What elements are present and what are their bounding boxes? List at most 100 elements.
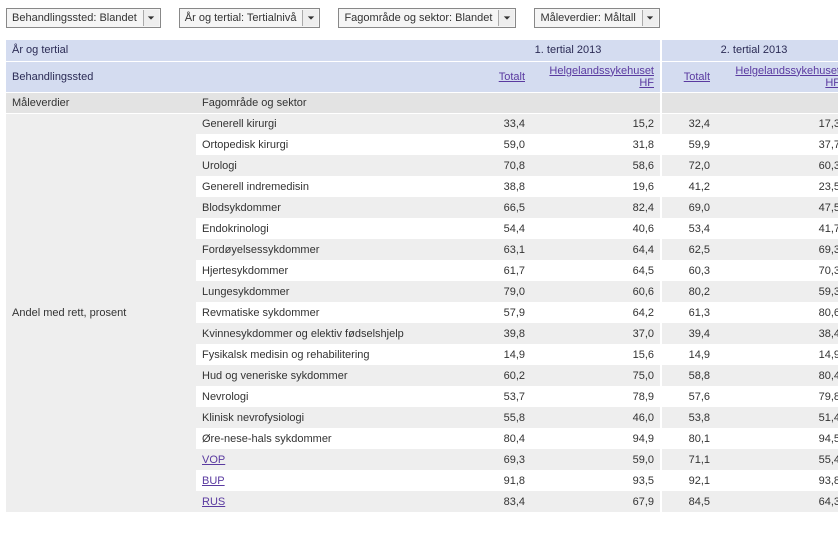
cell-value: 15,6 [531, 344, 661, 365]
row-label[interactable]: VOP [196, 449, 476, 470]
cell-value: 64,2 [531, 302, 661, 323]
cell-value: 93,8 [716, 470, 838, 491]
cell-value: 93,5 [531, 470, 661, 491]
header-period1: 1. tertial 2013 [476, 40, 661, 61]
cell-value: 47,5 [716, 197, 838, 218]
cell-value: 14,9 [476, 344, 531, 365]
cell-value: 51,4 [716, 407, 838, 428]
row-label: Nevrologi [196, 386, 476, 407]
cell-value: 61,3 [661, 302, 716, 323]
cell-value: 17,3 [716, 113, 838, 134]
cell-value: 58,6 [531, 155, 661, 176]
cell-value: 19,6 [531, 176, 661, 197]
row-label: Hud og veneriske sykdommer [196, 365, 476, 386]
cell-value: 57,9 [476, 302, 531, 323]
row-label: Generell indremedisin [196, 176, 476, 197]
header-behandlingssted: Behandlingssted [6, 61, 476, 92]
chevron-down-icon [302, 10, 318, 26]
cell-value: 71,1 [661, 449, 716, 470]
cell-value: 80,4 [476, 428, 531, 449]
row-label: Fysikalsk medisin og rehabilitering [196, 344, 476, 365]
row-label: Blodsykdommer [196, 197, 476, 218]
row-label[interactable]: BUP [196, 470, 476, 491]
cell-value: 69,3 [476, 449, 531, 470]
cell-value: 83,4 [476, 491, 531, 512]
cell-value: 59,9 [661, 134, 716, 155]
cell-value: 39,8 [476, 323, 531, 344]
cell-value: 91,8 [476, 470, 531, 491]
cell-value: 53,7 [476, 386, 531, 407]
cell-value: 64,5 [531, 260, 661, 281]
cell-value: 80,6 [716, 302, 838, 323]
row-label: Ortopedisk kirurgi [196, 134, 476, 155]
cell-value: 59,0 [531, 449, 661, 470]
cell-value: 60,3 [716, 155, 838, 176]
cell-value: 37,7 [716, 134, 838, 155]
cell-value: 14,9 [716, 344, 838, 365]
row-label: Fordøyelsessykdommer [196, 239, 476, 260]
cell-value: 79,8 [716, 386, 838, 407]
cell-value: 72,0 [661, 155, 716, 176]
measure-label: Andel med rett, prosent [6, 113, 196, 512]
header-fagomrade: Fagområde og sektor [196, 92, 476, 113]
cell-value: 14,9 [661, 344, 716, 365]
filter-behandlingssted[interactable]: Behandlingssted: Blandet [6, 8, 161, 28]
filter-maleverdier[interactable]: Måleverdier: Måltall [534, 8, 659, 28]
filter-label: Behandlingssted: Blandet [12, 12, 137, 24]
cell-value: 60,6 [531, 281, 661, 302]
cell-value: 82,4 [531, 197, 661, 218]
cell-value: 66,5 [476, 197, 531, 218]
cell-value: 67,9 [531, 491, 661, 512]
cell-value: 53,8 [661, 407, 716, 428]
cell-value: 94,5 [716, 428, 838, 449]
cell-value: 62,5 [661, 239, 716, 260]
chevron-down-icon [143, 10, 159, 26]
cell-value: 38,4 [716, 323, 838, 344]
cell-value: 70,8 [476, 155, 531, 176]
col-totalt-2[interactable]: Totalt [684, 71, 710, 83]
cell-value: 75,0 [531, 365, 661, 386]
cell-value: 55,8 [476, 407, 531, 428]
col-helgeland-2[interactable]: Helgelandssykehuset HF [735, 65, 838, 89]
filter-fagomrade[interactable]: Fagområde og sektor: Blandet [338, 8, 516, 28]
cell-value: 78,9 [531, 386, 661, 407]
cell-value: 54,4 [476, 218, 531, 239]
cell-value: 39,4 [661, 323, 716, 344]
cell-value: 40,6 [531, 218, 661, 239]
chevron-down-icon [642, 10, 658, 26]
table-row: Andel med rett, prosentGenerell kirurgi3… [6, 113, 838, 134]
cell-value: 60,3 [661, 260, 716, 281]
cell-value: 15,2 [531, 113, 661, 134]
row-label: Kvinnesykdommer og elektiv fødselshjelp [196, 323, 476, 344]
col-helgeland-1[interactable]: Helgelandssykehuset HF [549, 65, 654, 89]
row-label: Urologi [196, 155, 476, 176]
filter-ar-tertial[interactable]: År og tertial: Tertialnivå [179, 8, 321, 28]
header-ar-tertial: År og tertial [6, 40, 476, 61]
row-label: Øre-nese-hals sykdommer [196, 428, 476, 449]
data-table: År og tertial 1. tertial 2013 2. tertial… [6, 40, 838, 512]
cell-value: 61,7 [476, 260, 531, 281]
filter-label: Måleverdier: Måltall [540, 12, 635, 24]
cell-value: 31,8 [531, 134, 661, 155]
cell-value: 38,8 [476, 176, 531, 197]
row-label: Generell kirurgi [196, 113, 476, 134]
cell-value: 92,1 [661, 470, 716, 491]
cell-value: 80,2 [661, 281, 716, 302]
cell-value: 37,0 [531, 323, 661, 344]
cell-value: 94,9 [531, 428, 661, 449]
cell-value: 59,3 [716, 281, 838, 302]
row-label: Revmatiske sykdommer [196, 302, 476, 323]
filter-label: År og tertial: Tertialnivå [185, 12, 297, 24]
cell-value: 32,4 [661, 113, 716, 134]
cell-value: 46,0 [531, 407, 661, 428]
col-totalt-1[interactable]: Totalt [499, 71, 525, 83]
cell-value: 58,8 [661, 365, 716, 386]
cell-value: 80,4 [716, 365, 838, 386]
chevron-down-icon [498, 10, 514, 26]
cell-value: 64,4 [531, 239, 661, 260]
row-label[interactable]: RUS [196, 491, 476, 512]
header-period2: 2. tertial 2013 [661, 40, 838, 61]
row-label: Hjertesykdommer [196, 260, 476, 281]
cell-value: 57,6 [661, 386, 716, 407]
cell-value: 60,2 [476, 365, 531, 386]
